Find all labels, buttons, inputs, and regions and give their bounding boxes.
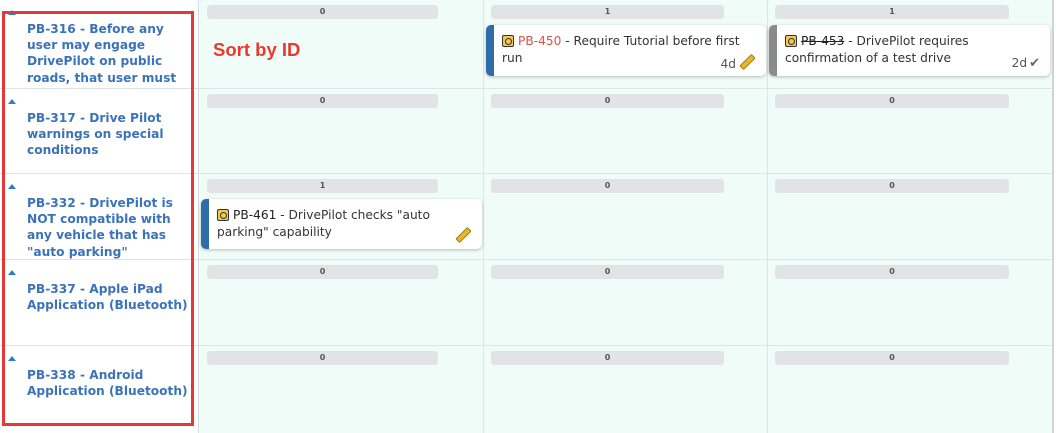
issue-count-badge: 0 xyxy=(775,265,1009,279)
board-cell[interactable]: 0 xyxy=(199,260,484,345)
story-icon xyxy=(502,35,514,47)
issue-count-badge: 1 xyxy=(775,5,1009,19)
swimlane-header: PB-316 - Before any user may engage Driv… xyxy=(0,0,199,101)
board-cell[interactable]: 0 xyxy=(484,346,768,433)
board-cell[interactable]: 0 xyxy=(768,260,1053,345)
card-meta: 2d ✔ xyxy=(1012,56,1040,71)
issue-card[interactable]: PB-450 - Require Tutorial before first r… xyxy=(486,25,766,76)
issue-count-badge: 1 xyxy=(207,179,438,193)
board-right-border xyxy=(1053,0,1054,433)
swimlane-title[interactable]: PB-317 - Drive Pilot warnings on special… xyxy=(27,110,195,159)
issue-card[interactable]: PB-461 - DrivePilot checks "auto parking… xyxy=(201,199,482,249)
story-icon xyxy=(217,209,229,221)
board-cell[interactable]: 0 xyxy=(199,346,484,433)
issue-count-badge: 0 xyxy=(775,94,1009,108)
card-status-edge xyxy=(769,25,777,76)
issue-key-link[interactable]: PB-450 xyxy=(518,34,561,48)
issue-count-badge: 0 xyxy=(491,94,724,108)
issue-age: 4d xyxy=(720,57,737,71)
card-meta: 4d xyxy=(720,53,757,71)
collapse-triangle-icon[interactable] xyxy=(8,184,16,189)
swimlane-row: PB-337 - Apple iPad Application (Bluetoo… xyxy=(0,260,1053,345)
collapse-triangle-icon[interactable] xyxy=(8,10,16,15)
swimlane-header: PB-332 - DrivePilot is NOT compatible wi… xyxy=(0,174,199,275)
issue-count-badge: 0 xyxy=(775,351,1009,365)
swimlane-row: PB-332 - DrivePilot is NOT compatible wi… xyxy=(0,174,1053,275)
issue-key-link[interactable]: PB-461 xyxy=(233,208,276,222)
collapse-triangle-icon[interactable] xyxy=(8,99,16,104)
swimlane-title[interactable]: PB-338 - Android Application (Bluetooth) xyxy=(27,367,195,399)
issue-count-badge: 0 xyxy=(491,351,724,365)
issue-count-badge: 0 xyxy=(207,265,438,279)
card-meta xyxy=(452,226,472,244)
board-cell[interactable]: 0 xyxy=(484,260,768,345)
checkmark-icon: ✔ xyxy=(1029,56,1040,71)
issue-count-badge: 0 xyxy=(491,265,724,279)
sort-by-id-annotation: Sort by ID xyxy=(213,39,301,60)
issue-card[interactable]: PB-453 - DrivePilot requires confirmatio… xyxy=(769,25,1050,76)
pencil-icon xyxy=(455,226,472,244)
swimlane-header: PB-317 - Drive Pilot warnings on special… xyxy=(0,89,199,173)
swimlane-board: PB-316 - Before any user may engage Driv… xyxy=(0,0,1053,433)
collapse-triangle-icon[interactable] xyxy=(8,270,16,275)
board-cell[interactable]: 0 xyxy=(768,89,1053,173)
issue-count-badge: 0 xyxy=(207,351,438,365)
swimlane-row: PB-317 - Drive Pilot warnings on special… xyxy=(0,89,1053,173)
pencil-icon xyxy=(739,53,756,71)
swimlane-title[interactable]: PB-337 - Apple iPad Application (Bluetoo… xyxy=(27,281,195,313)
swimlane-header: PB-338 - Android Application (Bluetooth) xyxy=(0,346,199,433)
issue-count-badge: 0 xyxy=(491,179,724,193)
issue-count-badge: 0 xyxy=(207,94,438,108)
board-cell[interactable]: 0 xyxy=(768,174,1053,259)
card-status-edge xyxy=(201,199,209,249)
board-cell[interactable]: 0 xyxy=(484,89,768,173)
card-status-edge xyxy=(486,25,494,76)
story-icon xyxy=(785,35,797,47)
board-cell[interactable]: 0 xyxy=(484,174,768,259)
swimlane-header: PB-337 - Apple iPad Application (Bluetoo… xyxy=(0,260,199,345)
swimlane-row: PB-338 - Android Application (Bluetooth)… xyxy=(0,346,1053,433)
issue-age: 2d xyxy=(1011,56,1028,70)
board-cell[interactable]: 0 xyxy=(199,89,484,173)
issue-key-link[interactable]: PB-453 xyxy=(801,34,844,48)
collapse-triangle-icon[interactable] xyxy=(8,356,16,361)
board-cell[interactable]: 0 xyxy=(768,346,1053,433)
issue-count-badge: 0 xyxy=(775,179,1009,193)
issue-count-badge: 1 xyxy=(491,5,724,19)
issue-count-badge: 0 xyxy=(207,5,438,19)
